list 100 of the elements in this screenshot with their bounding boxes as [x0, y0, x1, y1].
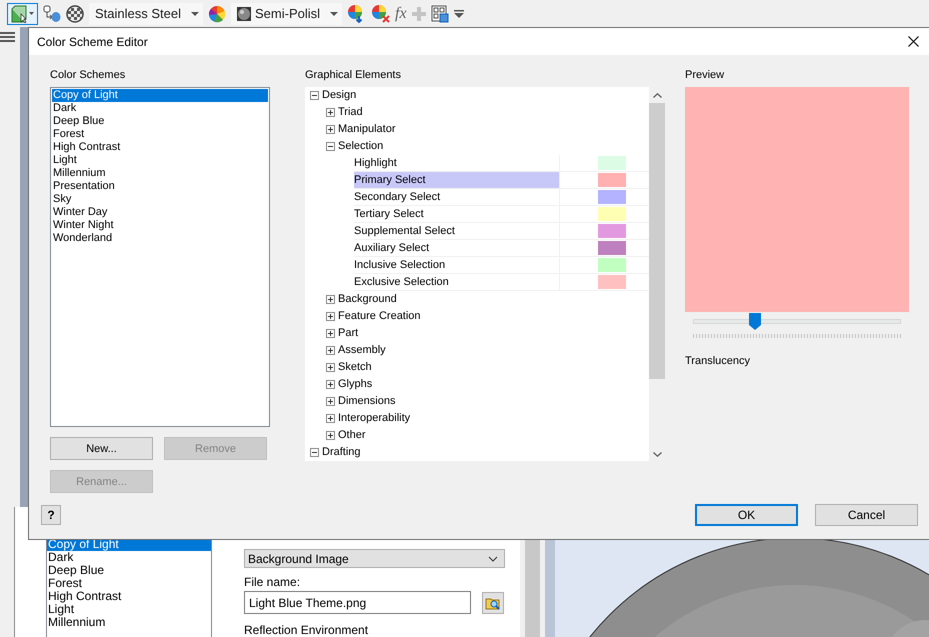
- tree-item[interactable]: Manipulator: [338, 122, 396, 137]
- expander[interactable]: [310, 448, 319, 457]
- tree-item[interactable]: Inclusive Selection: [354, 257, 560, 273]
- slider-thumb[interactable]: [749, 313, 762, 330]
- scheme-item[interactable]: Wonderland: [52, 232, 268, 245]
- color-wheel-cross-icon[interactable]: [371, 4, 390, 23]
- plus-box-icon: [326, 295, 335, 304]
- tree-item[interactable]: Sketch: [338, 360, 372, 375]
- scroll-up-icon[interactable]: [652, 93, 662, 98]
- tree-item[interactable]: Primary Select: [354, 172, 560, 188]
- file-name-field[interactable]: Light Blue Theme.png: [244, 591, 471, 614]
- color-swatch[interactable]: [598, 224, 626, 238]
- color-swatch[interactable]: [598, 207, 626, 221]
- material-dropdown[interactable]: Stainless Steel: [89, 2, 203, 24]
- expander[interactable]: [326, 142, 335, 151]
- tree-item[interactable]: Secondary Select: [354, 189, 560, 205]
- expander[interactable]: [326, 380, 335, 389]
- tree-item[interactable]: Other: [338, 428, 366, 443]
- expander[interactable]: [326, 346, 335, 355]
- tree-item[interactable]: Drafting: [322, 445, 361, 460]
- expander[interactable]: [326, 414, 335, 423]
- file-name-label: File name:: [244, 575, 302, 589]
- scrollbar[interactable]: [525, 537, 540, 637]
- tree-item[interactable]: Interoperability: [338, 411, 410, 426]
- tree-item[interactable]: Tertiary Select: [354, 206, 560, 222]
- background-dropdown[interactable]: Background Image: [244, 549, 505, 568]
- browse-button[interactable]: [482, 592, 504, 614]
- plus-box-icon: [326, 346, 335, 355]
- sphere-thumbnail-icon: [237, 6, 251, 20]
- scroll-down-icon[interactable]: [652, 452, 662, 457]
- scheme-item[interactable]: Forest: [47, 577, 211, 590]
- expander[interactable]: [326, 295, 335, 304]
- expander[interactable]: [326, 397, 335, 406]
- dialog-button[interactable]: OK: [695, 504, 798, 526]
- translucency-label: Translucency: [685, 354, 752, 368]
- scrollbar-thumb[interactable]: [649, 103, 665, 379]
- tree-item[interactable]: Selection: [338, 139, 384, 154]
- chevron-down-icon: [488, 556, 498, 562]
- grid-cube-icon[interactable]: [430, 4, 449, 22]
- expander[interactable]: [310, 91, 319, 100]
- scheme-item[interactable]: Winter Day: [52, 206, 268, 219]
- expander[interactable]: [326, 329, 335, 338]
- expander[interactable]: [326, 431, 335, 440]
- overflow-icon[interactable]: [454, 10, 464, 18]
- scheme-item[interactable]: Copy of Light: [52, 89, 268, 102]
- tree-item[interactable]: Part: [338, 326, 358, 341]
- expander[interactable]: [326, 108, 335, 117]
- close-button[interactable]: [908, 36, 919, 47]
- tree-item[interactable]: Supplemental Select: [354, 223, 560, 239]
- tree-item[interactable]: Glyphs: [338, 377, 372, 392]
- tree-item[interactable]: Auxiliary Select: [354, 240, 560, 256]
- expander[interactable]: [326, 125, 335, 134]
- scheme-item[interactable]: High Contrast: [52, 141, 268, 154]
- caret-icon: [29, 12, 34, 15]
- scheme-item[interactable]: Winter Night: [52, 219, 268, 232]
- tree-item[interactable]: Triad: [338, 105, 363, 120]
- scheme-item[interactable]: High Contrast: [47, 590, 211, 603]
- color-swatch[interactable]: [598, 258, 626, 272]
- appearance-button[interactable]: [7, 2, 38, 24]
- color-swatch[interactable]: [598, 156, 626, 170]
- tree-item[interactable]: Feature Creation: [338, 309, 421, 324]
- plus-box-icon: [326, 125, 335, 134]
- window-title: Color Scheme Editor: [37, 34, 148, 48]
- scheme-item[interactable]: Presentation: [52, 180, 268, 193]
- dialog-button[interactable]: New...: [50, 437, 153, 460]
- link-shapes-icon[interactable]: [43, 4, 61, 22]
- expander[interactable]: [326, 312, 335, 321]
- tree-item[interactable]: Dimensions: [338, 394, 396, 409]
- tree-item[interactable]: Highlight: [354, 155, 560, 171]
- menu-icon[interactable]: [0, 31, 15, 43]
- color-swatch[interactable]: [598, 190, 626, 204]
- scheme-item[interactable]: Dark: [52, 102, 268, 115]
- tree-item[interactable]: Design: [322, 88, 356, 103]
- expander[interactable]: [326, 363, 335, 372]
- scheme-item[interactable]: Deep Blue: [52, 115, 268, 128]
- checker-sphere-icon[interactable]: [66, 4, 84, 22]
- plus-box-icon: [326, 312, 335, 321]
- section-label: Color Schemes: [50, 68, 126, 82]
- tree-item[interactable]: Exclusive Selection: [354, 274, 560, 290]
- color-wheel-icon[interactable]: [208, 4, 226, 22]
- scheme-item[interactable]: Millennium: [47, 616, 211, 629]
- finish-dropdown[interactable]: Semi-Polisl: [231, 2, 342, 24]
- color-swatch[interactable]: [598, 275, 626, 289]
- scheme-item[interactable]: Deep Blue: [47, 564, 211, 577]
- caret-icon: [191, 12, 199, 16]
- color-swatch[interactable]: [598, 173, 626, 187]
- help-button[interactable]: ?: [41, 505, 61, 525]
- tree-item[interactable]: Background: [338, 292, 397, 307]
- scheme-item[interactable]: Dark: [47, 551, 211, 564]
- color-swatch[interactable]: [598, 241, 626, 255]
- tree-item[interactable]: Assembly: [338, 343, 386, 358]
- scheme-item[interactable]: Millennium: [52, 167, 268, 180]
- scheme-item[interactable]: Light: [52, 154, 268, 167]
- scheme-item[interactable]: Sky: [52, 193, 268, 206]
- scheme-item[interactable]: Forest: [52, 128, 268, 141]
- close-icon: [908, 36, 919, 47]
- dialog-button[interactable]: Cancel: [815, 504, 918, 526]
- scheme-item[interactable]: Light: [47, 603, 211, 616]
- reflection-label: Reflection Environment: [244, 623, 370, 637]
- function-button[interactable]: fx: [395, 4, 407, 22]
